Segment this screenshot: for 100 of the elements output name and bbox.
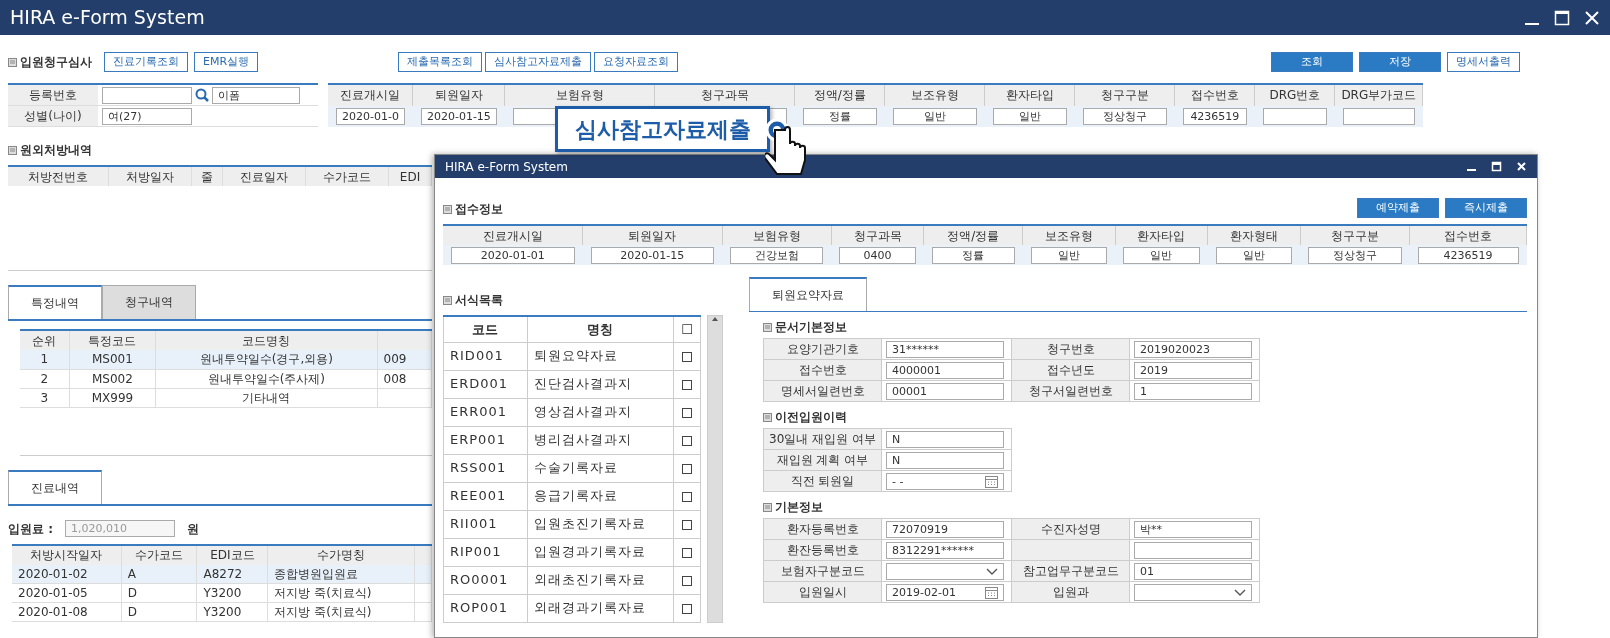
column-header: 퇴원일자 <box>434 88 483 103</box>
table-cell: Y3200 <box>203 586 242 600</box>
input-field[interactable]: 정상청구 <box>1082 107 1167 125</box>
column-header: EDI코드 <box>210 548 255 562</box>
column-header: 청구구분 <box>1100 88 1149 103</box>
input-field[interactable]: N <box>886 430 1004 448</box>
button[interactable]: 진료기록조회 <box>104 52 188 72</box>
button[interactable]: 예약제출 <box>1357 198 1439 218</box>
table-cell: ERD001 <box>450 376 509 392</box>
column-header: 처방일자 <box>125 169 174 184</box>
section-title: 서식목록 <box>455 292 503 309</box>
section-title: 입원청구심사 <box>20 54 92 71</box>
tab[interactable]: 진료내역 <box>8 469 102 504</box>
table-cell: Y3200 <box>203 605 242 619</box>
input-field[interactable]: 건강보험 <box>730 246 824 264</box>
table-cell: 2020-01-02 <box>18 566 88 581</box>
input-field[interactable]: 정률 <box>802 107 877 125</box>
table-cell: 입원경과기록자료 <box>533 544 646 560</box>
column-header: 보조유형 <box>1044 228 1093 243</box>
window-title: HIRA e-Form System <box>10 5 205 31</box>
table-row[interactable]: 3 MX999 기타내역 <box>20 388 432 407</box>
input-field[interactable]: 2019-02-01 <box>886 583 1004 601</box>
table-cell: RID001 <box>450 348 504 364</box>
input-field[interactable]: 31****** <box>886 340 1004 358</box>
input-field[interactable]: - - <box>886 472 1004 490</box>
table-row[interactable]: 2020-01-02 A A8272 종합병원입원료 <box>12 564 432 584</box>
button[interactable]: 조회 <box>1271 52 1353 72</box>
callout-tooltip: 심사참고자료제출 <box>555 106 770 152</box>
input-field[interactable]: 일반 <box>1030 246 1108 264</box>
input-field[interactable]: 여(27) <box>102 107 192 125</box>
column-header: 코드명칭 <box>242 333 291 348</box>
input-field[interactable]: N <box>886 451 1004 469</box>
field-label: 등록번호 <box>29 88 77 102</box>
field-label: 재입원 계획 여부 <box>776 453 869 467</box>
table-cell: 3 <box>40 390 49 405</box>
input-field[interactable]: 이폼 <box>212 86 300 104</box>
field-label: 환자등록번호 <box>786 522 859 536</box>
table-row[interactable]: 2 MS002 원내투약일수(주사제) 008 <box>20 369 432 388</box>
table-cell: 기타내역 <box>242 390 291 405</box>
table-cell: 입원초진기록자료 <box>533 516 646 532</box>
button[interactable]: 요청자료조회 <box>594 52 678 72</box>
tab[interactable]: 퇴원요약자료 <box>749 277 867 311</box>
field-label: 보험자구분코드 <box>780 564 865 578</box>
input-field[interactable]: 정상청구 <box>1308 246 1402 264</box>
input-field[interactable]: 일반 <box>992 107 1067 125</box>
column-header: 진료일자 <box>239 169 288 184</box>
button[interactable]: 명세서출력 <box>1447 52 1520 72</box>
table-cell: A8272 <box>203 566 243 581</box>
table-cell: RO0001 <box>450 572 509 588</box>
window-title: HIRA e-Form System <box>445 158 568 176</box>
input-field[interactable]: 2020-01-01 <box>451 246 575 264</box>
table-cell: 외래경과기록자료 <box>533 600 646 616</box>
input-field[interactable]: 4236519 <box>1182 107 1247 125</box>
button[interactable]: 즉시제출 <box>1445 198 1527 218</box>
input-field[interactable]: 0400 <box>839 246 916 264</box>
input-field[interactable]: 일반 <box>1215 246 1293 264</box>
column-header: 환자타입 <box>1137 228 1186 243</box>
tab[interactable]: 청구내역 <box>102 285 196 319</box>
input-field[interactable]: 2020-01-15 <box>590 246 715 264</box>
table-cell: 종합병원입원료 <box>274 566 359 581</box>
column-header: 보험유형 <box>752 228 801 243</box>
input-field[interactable]: 2019020023 <box>1134 340 1252 358</box>
table-cell: REE001 <box>450 488 507 504</box>
table-cell: 2020-01-08 <box>18 605 88 619</box>
button[interactable]: 심사참고자료제출 <box>485 52 591 72</box>
tab[interactable]: 특정내역 <box>8 285 102 319</box>
table-cell: 원내투약일수(주사제) <box>207 371 325 386</box>
table-row[interactable]: 2020-01-08 D Y3200 저지방 죽(치료식) <box>12 602 432 622</box>
table-cell: 1 <box>40 352 49 367</box>
input-field[interactable]: 2020-01-15 <box>420 107 497 125</box>
input-field[interactable]: 2019 <box>1134 361 1252 379</box>
field-label: 입원료 : <box>8 520 53 538</box>
table-cell: D <box>127 586 137 600</box>
button[interactable]: EMR실행 <box>194 52 259 72</box>
table-cell: 2020-01-05 <box>18 586 88 600</box>
column-header: 보험유형 <box>555 88 604 103</box>
button[interactable]: 제출목록조회 <box>398 52 482 72</box>
table-row[interactable]: 2020-01-05 D Y3200 저지방 죽(치료식) <box>12 583 432 603</box>
column-header: 정액/정률 <box>947 228 1000 243</box>
input-field[interactable]: 00001 <box>886 382 1004 400</box>
input-field[interactable]: 1 <box>1134 382 1252 400</box>
input-field[interactable]: 72070919 <box>886 520 1004 538</box>
input-field[interactable]: 일반 <box>1123 246 1200 264</box>
column-header: EDI <box>399 169 421 184</box>
input-field[interactable]: 01 <box>1134 562 1252 580</box>
input-field[interactable]: 8312291****** <box>886 541 1004 559</box>
input-field[interactable]: 4000001 <box>886 361 1004 379</box>
table-cell: 009 <box>383 352 407 367</box>
input-field[interactable]: 박** <box>1134 520 1252 538</box>
input-field[interactable]: 4236519 <box>1417 246 1519 264</box>
field-label: 수진자성명 <box>1040 522 1101 536</box>
input-field[interactable]: 2020-01-0 <box>336 107 405 125</box>
input-field[interactable]: 정률 <box>931 246 1015 264</box>
column-header: DRG부가코드 <box>1341 88 1417 103</box>
field-label: 직전 퇴원일 <box>790 474 855 488</box>
column-header: 진료개시일 <box>340 88 401 103</box>
button[interactable]: 저장 <box>1359 52 1441 72</box>
input-field[interactable]: 일반 <box>892 107 977 125</box>
table-cell: MX999 <box>91 390 134 405</box>
column-header: 정액/정률 <box>813 88 866 103</box>
